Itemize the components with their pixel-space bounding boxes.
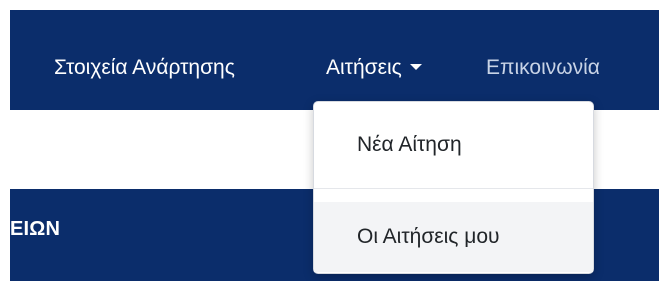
applications-dropdown-menu: Νέα Αίτηση Οι Αιτήσεις μου [313,101,594,274]
nav-link-posting-details[interactable]: Στοιχεία Ανάρτησης [54,56,235,80]
nav-link-applications[interactable]: Αιτήσεις [326,56,422,80]
dropdown-item-my-applications[interactable]: Οι Αιτήσεις μου [314,202,593,272]
top-navbar: Στοιχεία Ανάρτησης Αιτήσεις Επικοινωνία [10,10,659,110]
caret-down-icon [409,63,422,70]
dropdown-item-new-application[interactable]: Νέα Αίτηση [314,102,593,188]
dropdown-divider [314,188,593,189]
nav-link-contact[interactable]: Επικοινωνία [486,56,600,80]
section-title: ΕΙΩΝ [10,218,61,240]
nav-link-applications-label: Αιτήσεις [326,56,402,79]
